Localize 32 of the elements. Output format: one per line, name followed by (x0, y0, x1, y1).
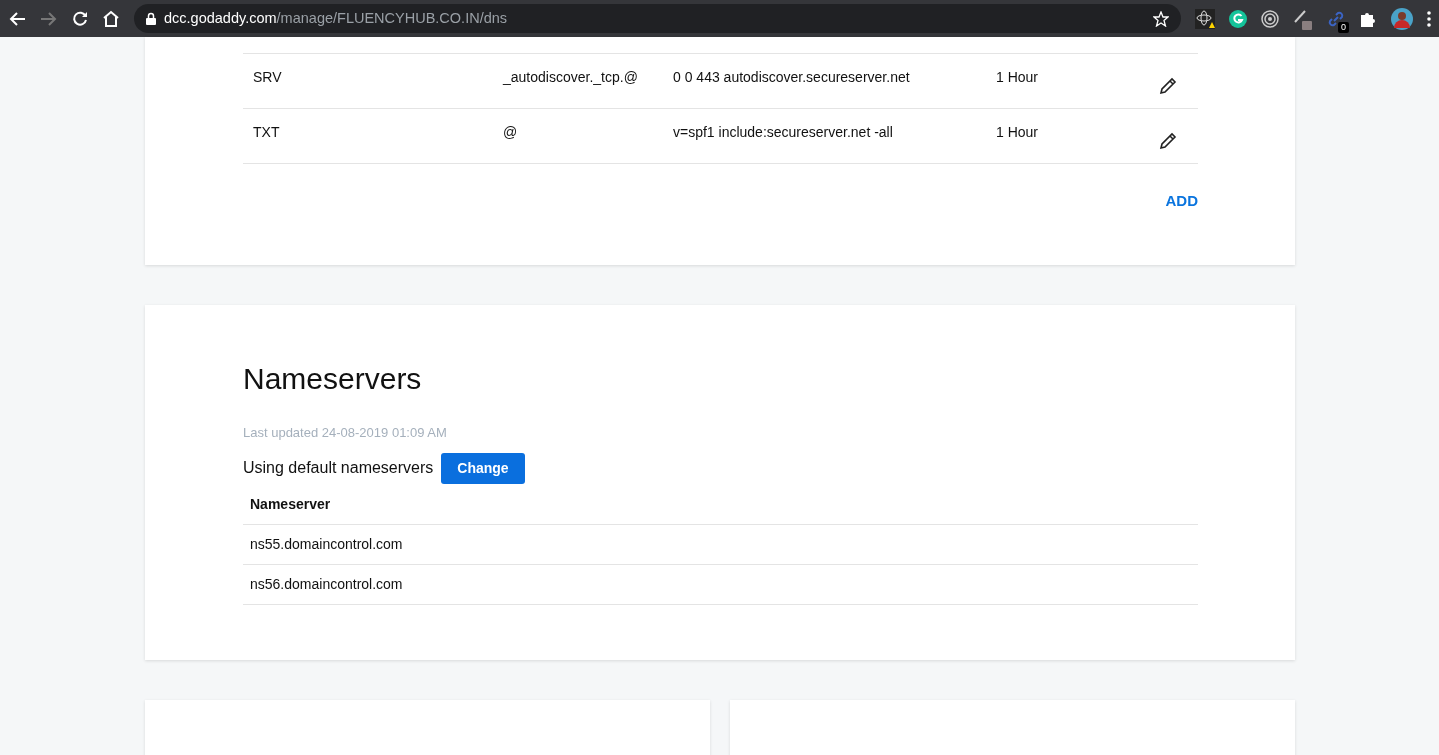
record-value: v=spf1 include:secureserver.net -all (673, 124, 893, 140)
add-link[interactable]: ADD (1165, 190, 1198, 213)
nameserver-cell: ns56.domaincontrol.com (250, 575, 403, 592)
count-badge: 0 (1338, 21, 1349, 33)
avatar-icon[interactable] (1391, 7, 1413, 30)
menu-icon[interactable] (1427, 10, 1431, 27)
status-text: Using default nameservers (243, 458, 434, 478)
address-bar[interactable]: dcc.godaddy.com/manage/FLUENCYHUB.CO.IN/dns (134, 4, 1181, 33)
column-header: Nameserver (250, 495, 331, 512)
link-icon[interactable] (1327, 9, 1345, 28)
change-button[interactable]: Change (441, 452, 525, 484)
star-icon[interactable] (1153, 10, 1169, 27)
last-updated-text: Last updated 24-08-2019 01:09 AM (243, 424, 448, 442)
record-type: SRV (253, 69, 282, 85)
record-type: TXT (253, 124, 280, 140)
record-name: _autodiscover._tcp.@ (503, 69, 638, 85)
section-title: Nameservers (243, 361, 423, 397)
record-name: @ (503, 124, 518, 140)
record-ttl: 1 Hour (996, 124, 1039, 140)
url-text: dcc.godaddy.com/manage/FLUENCYHUB.CO.IN/dns (164, 8, 508, 28)
record-value: 0 0 443 autodiscover.secureserver.net (673, 69, 910, 85)
reload-icon[interactable] (72, 10, 88, 27)
edit-icon[interactable] (1158, 131, 1178, 151)
back-icon[interactable] (8, 10, 26, 27)
atom-icon[interactable] (1195, 8, 1215, 29)
target-icon[interactable] (1261, 9, 1279, 28)
edit-icon[interactable] (1158, 76, 1178, 96)
lock-icon (146, 12, 156, 25)
record-ttl: 1 Hour (996, 69, 1039, 85)
extension-circle-icon[interactable] (1229, 9, 1247, 28)
home-icon[interactable] (102, 10, 120, 27)
nameserver-cell: ns55.domaincontrol.com (250, 535, 403, 552)
